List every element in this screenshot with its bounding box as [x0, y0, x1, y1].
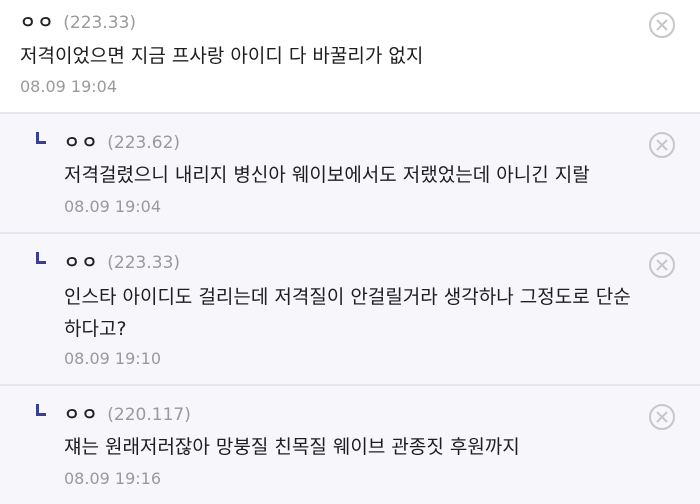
close-circle-icon[interactable] [649, 404, 675, 430]
comment-date: 08.09 19:04 [20, 77, 117, 96]
close-icon [656, 411, 668, 423]
comment-nickname[interactable]: ㅇㅇ [64, 400, 99, 425]
close-circle-icon[interactable] [649, 12, 675, 38]
comment-text-line1: 인스타 아이디도 걸리는데 저격질이 안걸릴거라 생각하나 그정도로 단순 [64, 286, 631, 308]
comment-ip: (223.33) [107, 253, 181, 273]
comment-date: 08.09 19:16 [64, 469, 161, 488]
comment-nickname[interactable]: ㅇㅇ [64, 128, 99, 153]
reply-item: ㅇㅇ (220.117) 쟤는 원래저러잖아 망붕질 친목질 웨이브 관종짓 후… [0, 386, 700, 504]
close-icon [656, 19, 668, 31]
reply-arrow-icon [36, 404, 46, 416]
comment-item: ㅇㅇ (223.33) 저격이었으면 지금 프사랑 아이디 다 바꿀리가 없지 … [0, 0, 700, 112]
comment-nickname[interactable]: ㅇㅇ [64, 248, 99, 273]
comment-meta: ㅇㅇ (223.62) [64, 128, 180, 153]
close-circle-icon[interactable] [649, 132, 675, 158]
reply-item: ㅇㅇ (223.62) 저격걸렸으니 내리지 병신아 웨이보에서도 저랬었는데 … [0, 114, 700, 232]
comment-list: ㅇㅇ (223.33) 저격이었으면 지금 프사랑 아이디 다 바꿀리가 없지 … [0, 0, 700, 504]
comment-ip: (223.62) [107, 133, 181, 153]
close-icon [656, 259, 668, 271]
comment-nickname[interactable]: ㅇㅇ [20, 8, 55, 33]
comment-ip: (220.117) [107, 405, 191, 425]
comment-text-line2: 하다고? [64, 318, 127, 340]
comment-meta: ㅇㅇ (220.117) [64, 400, 191, 425]
comment-meta: ㅇㅇ (223.33) [64, 248, 180, 273]
comment-date: 08.09 19:10 [64, 349, 161, 368]
reply-arrow-icon [36, 132, 46, 144]
comment-date: 08.09 19:04 [64, 197, 161, 216]
comment-ip: (223.33) [63, 13, 137, 33]
close-circle-icon[interactable] [649, 252, 675, 278]
comment-meta: ㅇㅇ (223.33) [20, 8, 136, 33]
reply-item: ㅇㅇ (223.33) 인스타 아이디도 걸리는데 저격질이 안걸릴거라 생각하… [0, 234, 700, 384]
close-icon [656, 139, 668, 151]
reply-arrow-icon [36, 252, 46, 264]
comment-text: 저격걸렸으니 내리지 병신아 웨이보에서도 저랬었는데 아니긴 지랄 [64, 164, 590, 186]
comment-text: 쟤는 원래저러잖아 망붕질 친목질 웨이브 관종짓 후원까지 [64, 436, 520, 458]
comment-text: 저격이었으면 지금 프사랑 아이디 다 바꿀리가 없지 [20, 45, 424, 67]
